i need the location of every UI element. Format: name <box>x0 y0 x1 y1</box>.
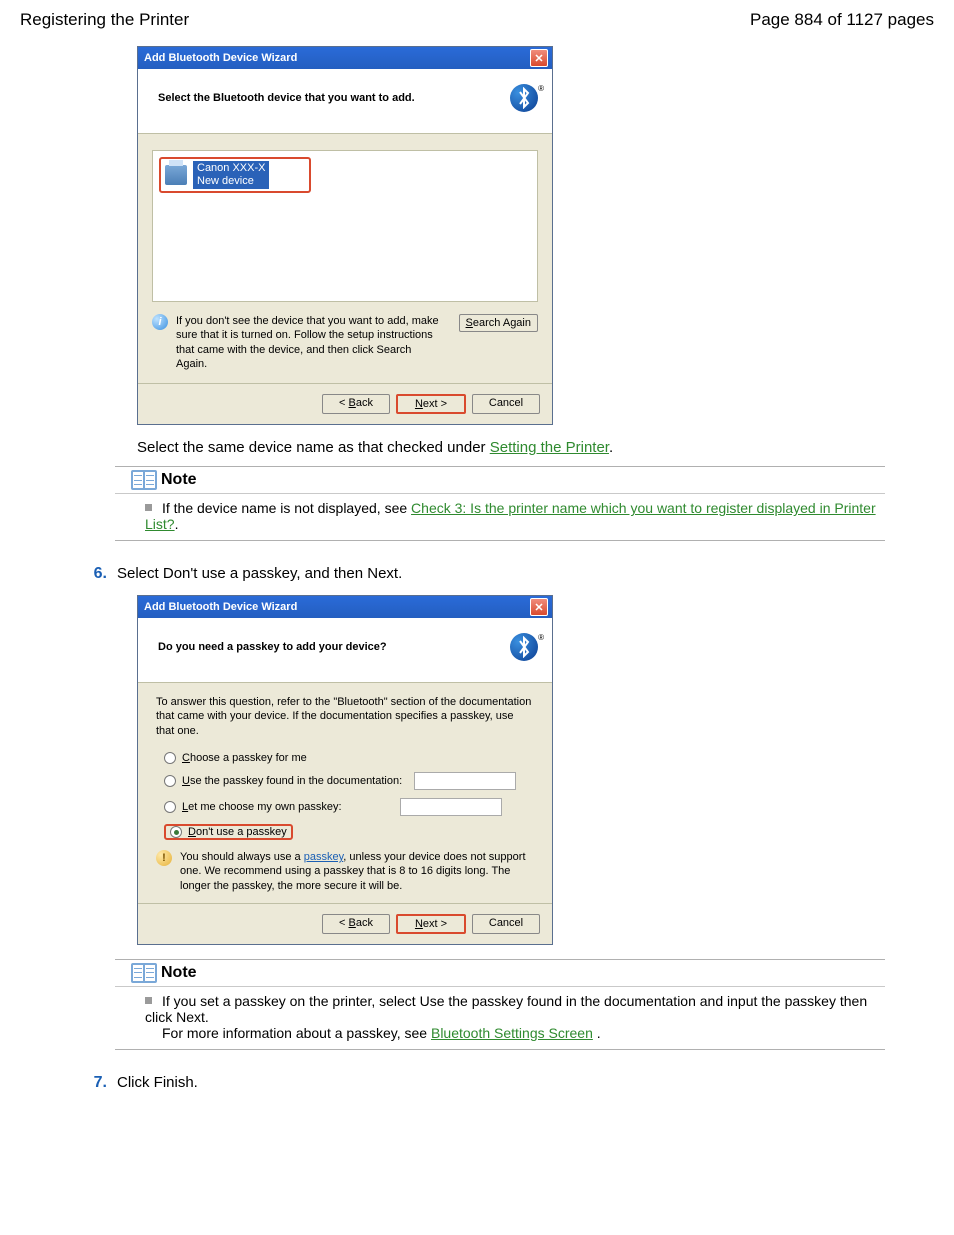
printer-icon <box>165 165 187 185</box>
titlebar-text: Add Bluetooth Device Wizard <box>144 601 297 613</box>
step-7: 7. Click Finish. <box>87 1074 885 1092</box>
radio-choose-for-me[interactable]: Choose a passkey for me <box>164 752 534 764</box>
link-passkey[interactable]: passkey <box>304 851 344 863</box>
link-setting-the-printer[interactable]: Setting the Printer <box>490 439 609 456</box>
back-button[interactable]: < Back <box>322 394 390 414</box>
link-bluetooth-settings[interactable]: Bluetooth Settings Screen <box>431 1025 593 1041</box>
bullet-icon <box>145 504 152 511</box>
cancel-button[interactable]: Cancel <box>472 914 540 934</box>
step-6: 6. Select Don't use a passkey, and then … <box>87 565 885 583</box>
device-list: Canon XXX-X New device <box>152 150 538 302</box>
next-button[interactable]: Next > <box>396 914 466 934</box>
passkey-warning: You should always use a passkey, unless … <box>180 850 534 893</box>
page-number: Page 884 of 1127 pages <box>750 10 934 30</box>
titlebar: Add Bluetooth Device Wizard ✕ <box>138 47 552 69</box>
note-icon <box>131 470 157 490</box>
registered-mark: ® <box>538 84 544 93</box>
radio-from-documentation[interactable]: Use the passkey found in the documentati… <box>164 772 534 790</box>
note2-line2: For more information about a passkey, se… <box>162 1025 601 1041</box>
wizard-heading: Do you need a passkey to add your device… <box>158 641 387 653</box>
passkey-doc-input[interactable] <box>414 772 516 790</box>
step-text: Select Don't use a passkey, and then Nex… <box>117 565 885 583</box>
note1-text: If the device name is not displayed, see <box>162 500 411 516</box>
bluetooth-icon <box>510 84 538 112</box>
note-title: Note <box>161 964 197 982</box>
note2-line1: If you set a passkey on the printer, sel… <box>145 993 867 1025</box>
close-icon[interactable]: ✕ <box>530 49 548 67</box>
close-icon[interactable]: ✕ <box>530 598 548 616</box>
titlebar: Add Bluetooth Device Wizard ✕ <box>138 596 552 618</box>
passkey-own-input[interactable] <box>400 798 502 816</box>
step-text: Click Finish. <box>117 1074 885 1092</box>
passkey-intro: To answer this question, refer to the "B… <box>156 695 534 738</box>
next-button[interactable]: Next > <box>396 394 466 414</box>
step-number: 6. <box>87 565 107 583</box>
page-title: Registering the Printer <box>20 10 189 30</box>
device-item-canon[interactable]: Canon XXX-X New device <box>159 157 311 193</box>
search-again-button[interactable]: SSearch Againearch Again <box>459 314 538 332</box>
device-status: New device <box>197 175 265 188</box>
bullet-icon <box>145 997 152 1004</box>
bluetooth-icon <box>510 633 538 661</box>
warning-icon: ! <box>156 850 172 866</box>
back-button[interactable]: < Back <box>322 914 390 934</box>
doc-line-select-device: Select the same device name as that chec… <box>137 439 885 456</box>
titlebar-text: Add Bluetooth Device Wizard <box>144 52 297 64</box>
wizard-select-device: Add Bluetooth Device Wizard ✕ Select the… <box>137 46 553 425</box>
note-title: Note <box>161 471 197 489</box>
note-block-1: Note If the device name is not displayed… <box>115 466 885 541</box>
note-block-2: Note If you set a passkey on the printer… <box>115 959 885 1050</box>
info-icon: i <box>152 314 168 330</box>
device-name: Canon XXX-X <box>197 162 265 175</box>
info-text: If you don't see the device that you wan… <box>176 314 443 371</box>
registered-mark: ® <box>538 633 544 642</box>
step-number: 7. <box>87 1074 107 1092</box>
radio-own-passkey[interactable]: Let me choose my own passkey: <box>164 798 534 816</box>
note-icon <box>131 963 157 983</box>
wizard-heading: Select the Bluetooth device that you wan… <box>158 92 415 104</box>
wizard-passkey: Add Bluetooth Device Wizard ✕ Do you nee… <box>137 595 553 945</box>
cancel-button[interactable]: Cancel <box>472 394 540 414</box>
radio-dont-use-passkey[interactable]: Don't use a passkey <box>164 824 293 840</box>
